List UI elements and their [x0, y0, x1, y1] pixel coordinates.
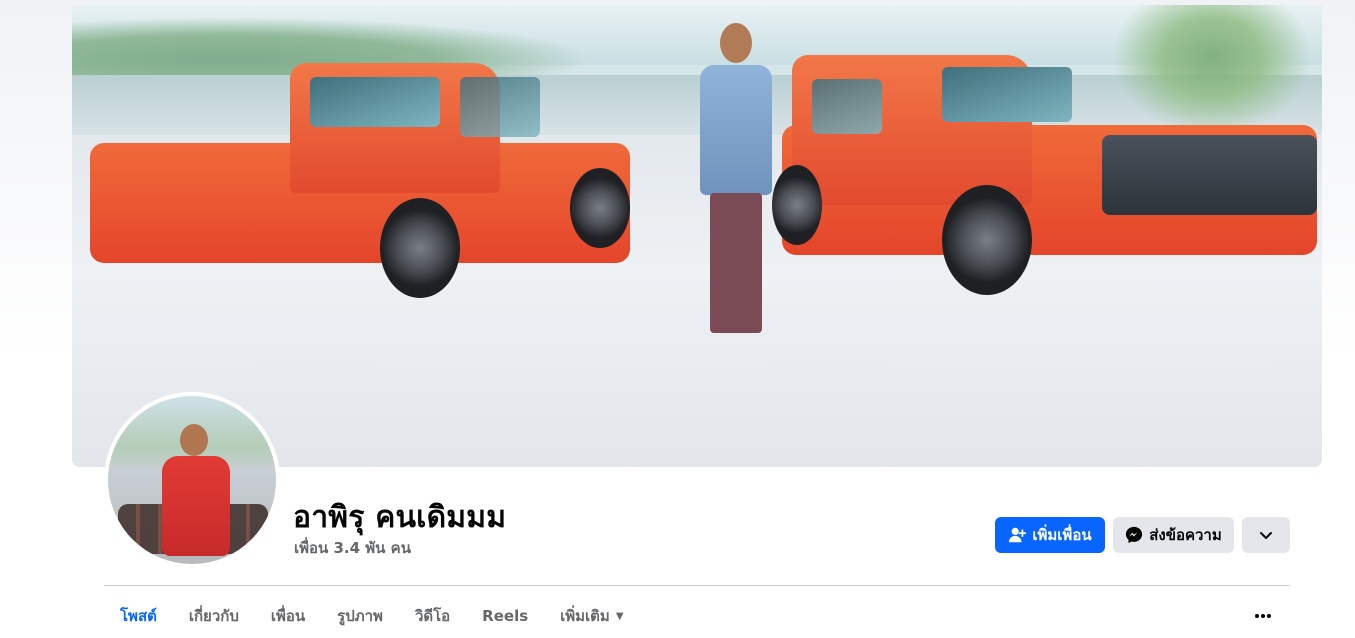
tab-videos[interactable]: วิดีโอ: [399, 598, 466, 634]
profile-tabs: โพสต์ เกี่ยวกับ เพื่อน รูปภาพ วิดีโอ Ree…: [104, 598, 640, 634]
tab-friends[interactable]: เพื่อน: [255, 598, 321, 634]
profile-avatar[interactable]: [104, 392, 280, 568]
friends-count[interactable]: เพื่อน 3.4 พัน คน: [294, 536, 411, 560]
message-label: ส่งข้อความ: [1149, 526, 1222, 544]
chevron-down-icon: [1260, 532, 1272, 539]
cover-person: [690, 23, 780, 343]
avatar-person: [158, 424, 232, 556]
more-dots-icon: [1255, 614, 1271, 618]
profile-options-button[interactable]: [1242, 598, 1290, 634]
add-friend-icon: [1009, 527, 1027, 543]
add-friend-label: เพิ่มเพื่อน: [1032, 526, 1092, 544]
more-actions-button[interactable]: [1242, 517, 1290, 553]
tab-reels[interactable]: Reels: [466, 598, 544, 634]
message-button[interactable]: ส่งข้อความ: [1113, 517, 1234, 553]
tab-about[interactable]: เกี่ยวกับ: [173, 598, 255, 634]
tab-more[interactable]: เพิ่มเติม ▼: [544, 598, 639, 634]
cover-truck-right: [772, 55, 1317, 295]
cover-truck-left: [90, 63, 630, 298]
profile-name: อาพิรุ คนเดิมมม: [293, 500, 507, 535]
avatar-photo: [108, 396, 276, 564]
tab-photos[interactable]: รูปภาพ: [321, 598, 399, 634]
add-friend-button[interactable]: เพิ่มเพื่อน: [995, 517, 1105, 553]
cover-photo[interactable]: [72, 5, 1322, 467]
messenger-icon: [1126, 526, 1143, 544]
header-divider: [104, 585, 1290, 586]
caret-down-icon: ▼: [615, 610, 624, 622]
tab-posts[interactable]: โพสต์: [104, 598, 173, 634]
